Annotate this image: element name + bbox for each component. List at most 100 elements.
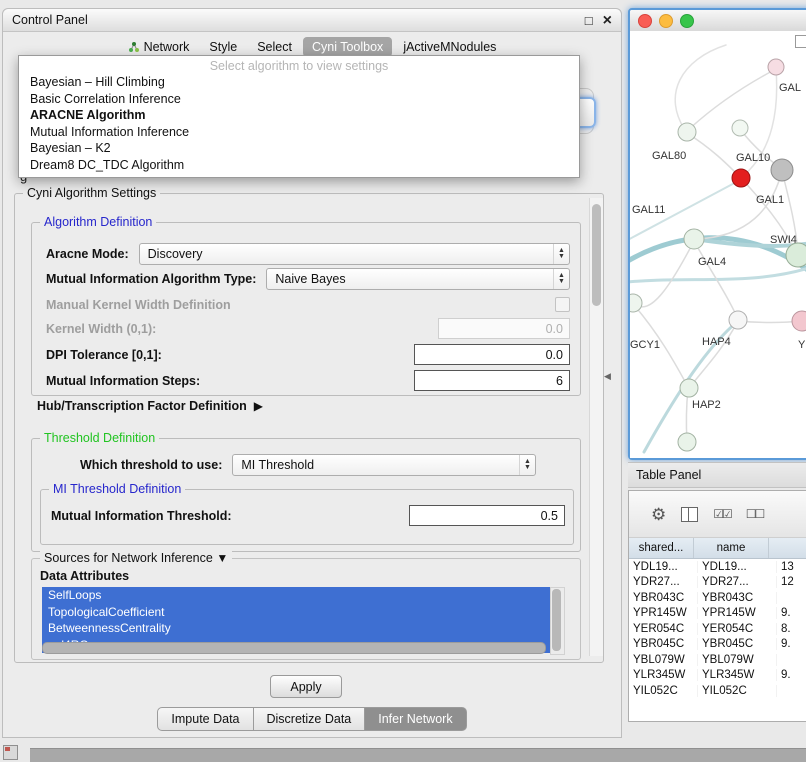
algorithm-option[interactable]: Dream8 DC_TDC Algorithm [19,157,579,174]
algorithm-option[interactable]: Bayesian – K2 [19,140,579,157]
attributes-horizontal-scrollbar[interactable] [42,642,546,654]
network-node[interactable] [729,311,747,329]
network-node[interactable] [732,120,748,136]
tab-jactivemnodules[interactable]: jActiveMNodules [394,37,505,57]
network-node[interactable] [732,169,750,187]
algorithm-option[interactable]: Bayesian – Hill Climbing [19,74,579,91]
node-label: GAL80 [652,150,686,162]
table-row[interactable]: YBL079WYBL079W [629,652,806,668]
mi-type-row: Mutual Information Algorithm Type: Naive… [46,268,570,289]
algorithm-option[interactable]: Mutual Information Inference [19,124,579,141]
table-panel-title: Table Panel [636,468,701,482]
deselect-checkboxes-icon[interactable]: ☐☐ [746,507,764,521]
mi-steps-input[interactable]: 6 [414,370,570,391]
network-edge[interactable] [687,133,740,177]
algorithm-option[interactable]: ARACNE Algorithm [19,107,579,124]
algorithm-option[interactable]: Basic Correlation Inference [19,91,579,108]
settings-scrollbar[interactable] [589,198,603,656]
tab-discretize-data[interactable]: Discretize Data [254,707,366,731]
manual-kernel-checkbox[interactable] [555,297,570,312]
table-row[interactable]: YBR043CYBR043C [629,590,806,606]
apply-button[interactable]: Apply [270,675,342,698]
stepper-icon [553,244,569,264]
table-cell: 9. [777,607,806,619]
close-traffic-light[interactable] [638,14,652,28]
mi-steps-row: Mutual Information Steps: 6 [46,370,570,391]
minimize-traffic-light[interactable] [659,14,673,28]
column-header[interactable]: name [694,538,769,558]
mi-threshold-input[interactable]: 0.5 [409,505,565,526]
control-panel-titlebar[interactable]: Control Panel □ × [3,9,621,32]
attribute-item[interactable]: BetweennessCentrality [42,620,550,637]
which-threshold-label: Which threshold to use: [80,458,222,472]
aracne-mode-dropdown[interactable]: Discovery [139,243,570,265]
network-node[interactable] [771,159,793,181]
cyni-bottom-tabs: Impute Data Discretize Data Infer Networ… [3,707,621,731]
select-all-checkboxes-icon[interactable]: ☑☑ [713,507,731,521]
which-threshold-dropdown[interactable]: MI Threshold [232,454,536,476]
table-cell: YDL19... [698,561,777,573]
hub-transcription-factor-section[interactable]: Hub/Transcription Factor Definition ▶ [37,399,263,413]
tab-label: Style [209,40,237,54]
panel-collapse-arrow[interactable]: ◀ [604,371,611,382]
tab-select[interactable]: Select [248,37,301,57]
tab-impute-data[interactable]: Impute Data [157,707,253,731]
network-node[interactable] [680,379,698,397]
zoom-traffic-light[interactable] [680,14,694,28]
attributes-vertical-scrollbar[interactable] [550,587,565,655]
stepper-icon [553,269,569,289]
network-node[interactable] [630,294,642,312]
group-title: Threshold Definition [40,431,159,445]
network-node[interactable] [678,123,696,141]
column-header[interactable] [769,538,806,558]
columns-icon[interactable] [681,507,698,522]
group-title: Cyni Algorithm Settings [23,186,160,200]
table-row[interactable]: YIL052CYIL052C [629,683,806,699]
expanded-arrow-icon[interactable]: ▼ [216,551,228,565]
table-row[interactable]: YDL19...YDL19...13 [629,559,806,575]
mi-type-dropdown[interactable]: Naive Bayes [266,268,570,290]
table-row[interactable]: YBR045CYBR045C9. [629,637,806,653]
algorithm-placeholder-option[interactable]: Select algorithm to view settings [19,58,579,74]
table-row[interactable]: YER054CYER054C8. [629,621,806,637]
collapsed-arrow-icon[interactable]: ▶ [254,400,263,412]
float-window-icon[interactable]: □ [585,14,593,27]
close-icon[interactable]: × [603,14,612,27]
kernel-width-input[interactable]: 0.0 [438,318,570,339]
data-attributes-label: Data Attributes [40,569,129,583]
attribute-item[interactable]: TopologicalCoefficient [42,604,550,621]
network-node[interactable] [684,229,704,249]
docked-panel-icon[interactable] [3,745,18,760]
network-edge[interactable] [690,321,738,387]
tab-label: Discretize Data [267,712,352,726]
tab-infer-network[interactable]: Infer Network [365,707,466,731]
network-window-titlebar[interactable] [630,10,806,32]
tab-cyni-toolbox[interactable]: Cyni Toolbox [303,37,392,57]
network-node[interactable] [792,311,806,331]
network-edge[interactable] [687,69,776,131]
network-node[interactable] [786,243,806,267]
network-canvas[interactable]: GALGAL80GAL10GAL11GAL1SWI4GAL4GCY1HAP4YH… [630,31,806,458]
table-cell: YLR345W [629,669,698,681]
table-panel-header[interactable]: Table Panel [628,462,806,488]
scrollbar-thumb[interactable] [592,204,601,306]
gear-icon[interactable]: ⚙ [651,506,666,523]
network-node[interactable] [678,433,696,451]
tab-network[interactable]: Network [119,37,199,57]
table-cell: YIL052C [629,685,698,697]
scrollbar-thumb[interactable] [552,589,561,651]
attribute-item[interactable]: SelfLoops [42,587,550,604]
mi-threshold-row: Mutual Information Threshold: 0.5 [51,505,565,526]
network-graph[interactable]: GALGAL80GAL10GAL11GAL1SWI4GAL4GCY1HAP4YH… [630,31,806,456]
network-node[interactable] [768,59,784,75]
table-row[interactable]: YPR145WYPR145W9. [629,606,806,622]
tab-style[interactable]: Style [200,37,246,57]
sources-title[interactable]: Sources for Network Inference ▼ [40,551,232,565]
birdseye-toggle-icon[interactable] [795,35,806,48]
column-header[interactable]: shared... [629,538,694,558]
tab-label: Infer Network [378,712,452,726]
table-cell: YDR27... [698,576,777,588]
table-row[interactable]: YLR345WYLR345W9. [629,668,806,684]
table-row[interactable]: YDR27...YDR27...12 [629,575,806,591]
dpi-tolerance-input[interactable]: 0.0 [414,344,570,365]
